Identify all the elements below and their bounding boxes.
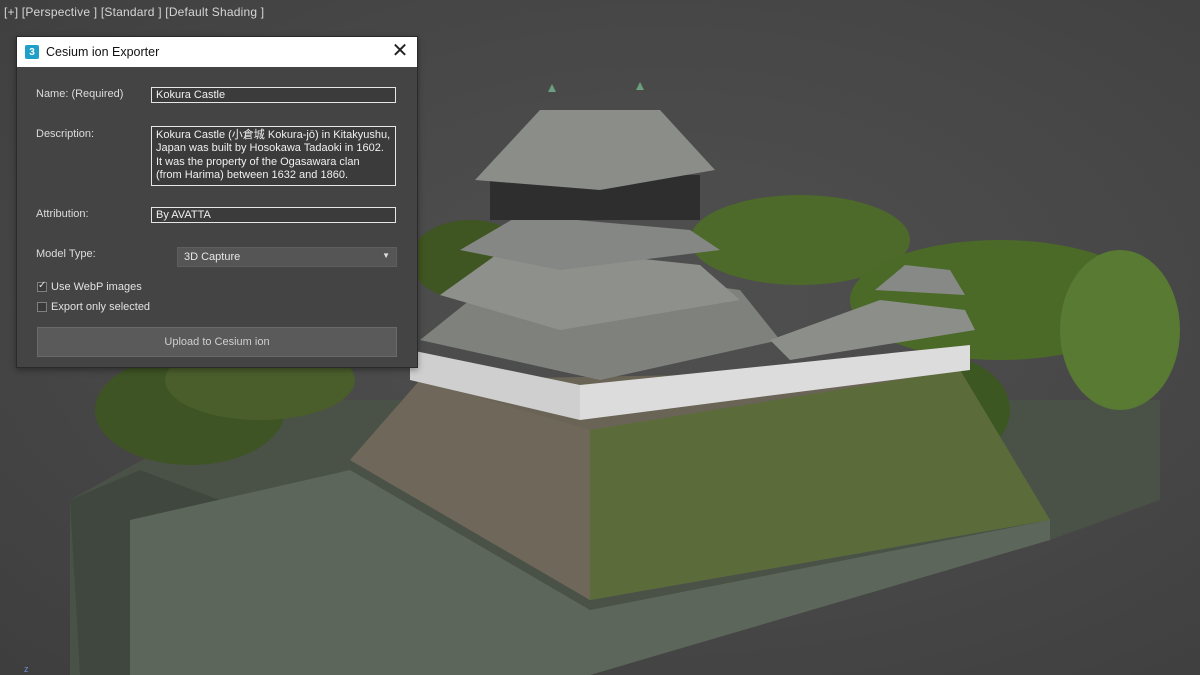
model-type-value: 3D Capture (184, 251, 241, 263)
export-selected-label: Export only selected (51, 301, 151, 313)
export-selected-checkbox[interactable] (37, 302, 47, 312)
name-label: Name: (Required) (36, 88, 124, 100)
attribution-label: Attribution: (36, 208, 89, 220)
description-label: Description: (36, 128, 95, 140)
description-field[interactable]: Kokura Castle (小倉城 Kokura-jō) in Kitakyu… (151, 126, 396, 186)
dialog-titlebar[interactable]: 3 Cesium ion Exporter ✕ (17, 37, 417, 67)
dropdown-arrow-icon: ▼ (382, 251, 390, 260)
app-icon: 3 (25, 45, 39, 59)
attribution-field[interactable]: By AVATTA (151, 207, 396, 223)
use-webp-row[interactable]: Use WebP images (37, 280, 142, 293)
dialog-title: Cesium ion Exporter (46, 45, 160, 59)
use-webp-label: Use WebP images (51, 281, 142, 293)
upload-button[interactable]: Upload to Cesium ion (37, 327, 397, 357)
name-field[interactable]: Kokura Castle (151, 87, 396, 103)
use-webp-checkbox[interactable] (37, 280, 47, 292)
viewport-label[interactable]: [+] [Perspective ] [Standard ] [Default … (4, 5, 264, 19)
close-icon[interactable]: ✕ (389, 41, 411, 63)
axis-gizmo: z (24, 664, 29, 674)
model-type-label: Model Type: (36, 248, 96, 260)
cesium-exporter-dialog: 3 Cesium ion Exporter ✕ Name: (Required)… (16, 36, 418, 368)
export-selected-row[interactable]: Export only selected (37, 301, 150, 313)
model-type-select[interactable]: 3D Capture ▼ (177, 247, 397, 267)
